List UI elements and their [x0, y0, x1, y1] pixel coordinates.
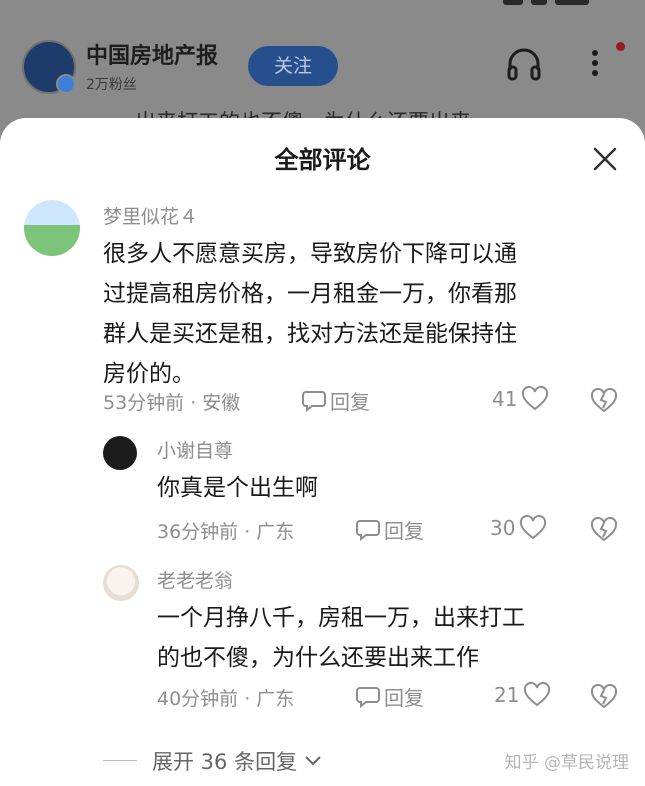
comment-time-location: 40分钟前 · 广东	[157, 688, 295, 710]
expand-divider	[103, 760, 137, 761]
comment-text: 你真是个出生啊	[157, 475, 318, 501]
reply-label: 回复	[384, 686, 424, 710]
follow-button[interactable]: 关注	[248, 46, 338, 86]
avatar[interactable]	[103, 565, 139, 601]
sheet-title: 全部评论	[274, 146, 371, 174]
reply-label: 回复	[384, 519, 424, 543]
heart-icon	[520, 515, 547, 540]
comment-username[interactable]: 小谢自尊	[157, 436, 233, 463]
notification-dot	[616, 42, 625, 51]
org-fans-count: 2万粉丝	[86, 77, 137, 93]
expand-replies-button[interactable]: 展开 36 条回复	[152, 746, 323, 776]
comments-sheet: 全部评论 梦里似花４ 很多人不愿意买房，导致房价下降可以通 过提高租房价格，一月…	[0, 118, 645, 786]
like-button[interactable]: 30	[490, 515, 547, 541]
reply-button[interactable]: 回复	[302, 386, 370, 415]
reply-button[interactable]: 回复	[356, 515, 424, 544]
like-count: 30	[490, 516, 516, 540]
comment-time-location: 36分钟前 · 广东	[157, 521, 295, 543]
headphone-icon[interactable]	[506, 48, 542, 82]
broken-heart-icon[interactable]	[590, 388, 618, 414]
reply-bubble-icon	[302, 390, 326, 412]
reply-label: 回复	[330, 390, 370, 414]
close-icon[interactable]	[592, 146, 618, 172]
reply-button[interactable]: 回复	[356, 682, 424, 711]
like-count: 41	[492, 387, 518, 411]
reply-bubble-icon	[356, 686, 380, 708]
like-button[interactable]: 21	[494, 682, 551, 708]
more-options-icon[interactable]	[588, 46, 602, 86]
comment-username[interactable]: 老老老翁	[157, 566, 233, 593]
status-bar-icons	[495, 0, 615, 5]
comment-username[interactable]: 梦里似花４	[103, 202, 198, 229]
comment-text: 很多人不愿意买房，导致房价下降可以通 过提高租房价格，一月租金一万，你看那 群人…	[103, 241, 517, 387]
like-count: 21	[494, 683, 520, 707]
chevron-down-icon	[305, 756, 321, 766]
org-avatar[interactable]	[22, 40, 76, 94]
heart-icon	[522, 386, 549, 411]
broken-heart-icon[interactable]	[590, 517, 618, 543]
status-bar-time-fragment	[30, 0, 110, 4]
broken-heart-icon[interactable]	[590, 684, 618, 710]
reply-bubble-icon	[356, 519, 380, 541]
avatar[interactable]	[103, 436, 137, 470]
comment-text: 一个月挣八千，房租一万，出来打工 的也不傻，为什么还要出来工作	[157, 605, 525, 671]
heart-icon	[524, 682, 551, 707]
avatar[interactable]	[24, 200, 80, 256]
like-button[interactable]: 41	[492, 386, 549, 412]
org-name[interactable]: 中国房地产报	[86, 38, 218, 70]
comment-time-location: 53分钟前 · 安徽	[103, 392, 241, 414]
expand-replies-label: 展开 36 条回复	[152, 750, 298, 774]
watermark: 知乎 @草民说理	[504, 753, 629, 773]
